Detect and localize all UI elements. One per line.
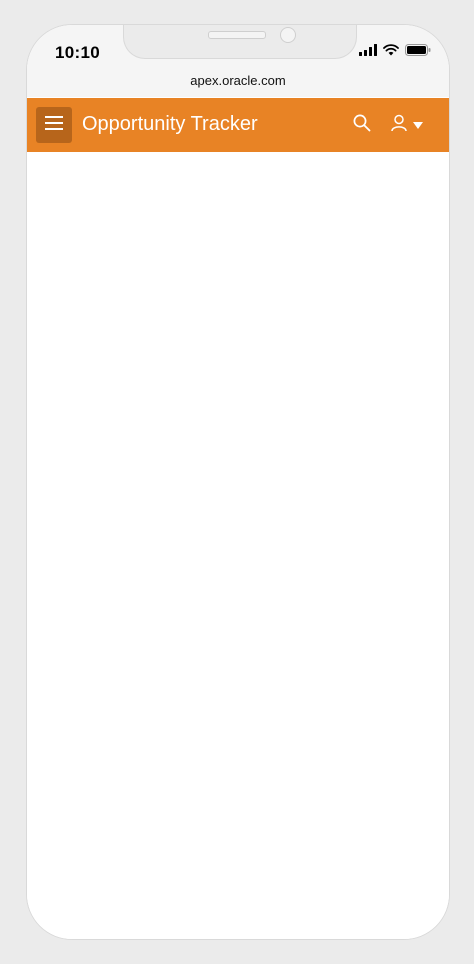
caret-down-icon [413, 116, 423, 134]
wifi-icon [383, 43, 399, 61]
url-text: apex.oracle.com [190, 73, 286, 88]
app-title[interactable]: Opportunity Tracker [82, 113, 258, 136]
front-camera [280, 27, 296, 43]
battery-icon [405, 43, 431, 61]
app-header: Opportunity Tracker [27, 98, 449, 152]
search-icon [353, 114, 371, 137]
cellular-signal-icon [359, 43, 377, 61]
speaker-grille [208, 31, 266, 39]
user-menu-button[interactable] [391, 112, 439, 138]
hamburger-menu-icon [45, 115, 63, 135]
browser-url-bar[interactable]: apex.oracle.com [27, 65, 449, 97]
navigation-menu-button[interactable] [36, 107, 72, 143]
user-icon [391, 114, 407, 137]
device-notch [123, 25, 357, 59]
status-icons [359, 43, 431, 61]
main-content [27, 152, 449, 939]
phone-frame: 10:10 apex.oracle.com Opportunity Tracke… [26, 24, 450, 940]
search-button[interactable] [349, 112, 375, 138]
status-time: 10:10 [55, 43, 100, 62]
